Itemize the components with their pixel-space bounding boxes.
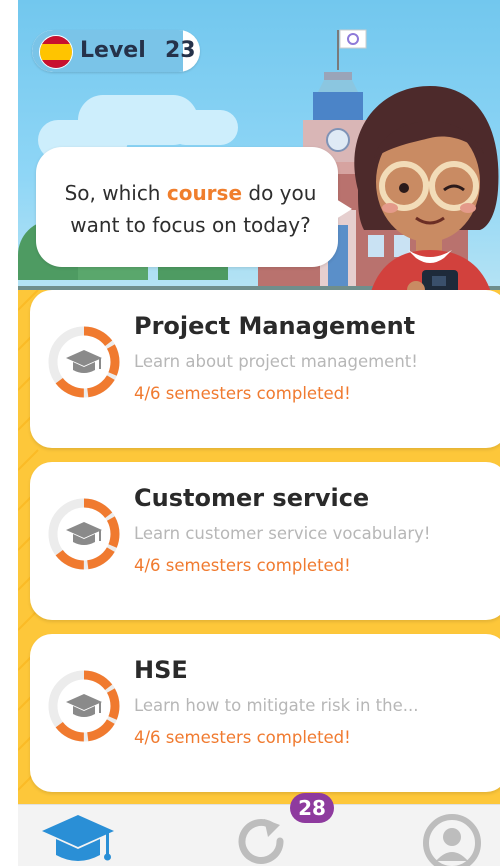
course-card-customer-service[interactable]: Customer service Learn customer service … (30, 462, 500, 620)
graduation-cap-icon (66, 350, 102, 373)
speech-bubble: So, which course do you want to focus on… (36, 147, 352, 267)
speech-text-part1: So, which (64, 181, 167, 205)
course-description: Learn how to mitigate risk in the... (134, 696, 419, 715)
level-label: Level (80, 38, 146, 63)
teacher-character (354, 86, 499, 318)
graduation-cap-icon (66, 694, 102, 717)
profile-icon (423, 814, 481, 866)
course-progress-text: 4/6 semesters completed! (134, 384, 351, 403)
nav-tab-profile[interactable] (416, 805, 486, 866)
course-title: Project Management (134, 312, 416, 340)
bottom-nav: 28 (18, 793, 500, 866)
course-progress-text: 4/6 semesters completed! (134, 728, 351, 747)
speech-highlight: course (166, 181, 243, 205)
course-title: Customer service (134, 484, 370, 512)
level-number: 23 (165, 38, 196, 63)
course-description: Learn about project management! (134, 352, 418, 371)
course-progress-ring (48, 326, 120, 398)
review-count-badge: 28 (290, 793, 334, 823)
course-list: Project Management Learn about project m… (18, 290, 500, 804)
course-card-project-management[interactable]: Project Management Learn about project m… (30, 290, 500, 448)
cloud (168, 110, 238, 145)
course-progress-text: 4/6 semesters completed! (134, 556, 351, 575)
header-scene: Level 23 So, which course do you want to… (18, 0, 500, 320)
speech-text: So, which course do you want to focus on… (48, 177, 333, 241)
graduation-cap-icon (42, 815, 114, 861)
level-indicator[interactable]: Level 23 (32, 30, 200, 72)
course-card-hse[interactable]: HSE Learn how to mitigate risk in the...… (30, 634, 500, 792)
graduation-cap-icon (66, 522, 102, 545)
course-progress-ring (48, 498, 120, 570)
app-screen: Level 23 So, which course do you want to… (18, 0, 500, 866)
nav-tab-learn[interactable] (38, 805, 118, 866)
course-description: Learn customer service vocabulary! (134, 524, 431, 543)
course-title: HSE (134, 656, 188, 684)
refresh-icon (238, 819, 284, 864)
spain-flag-icon (39, 35, 73, 69)
course-progress-ring (48, 670, 120, 742)
nav-tab-review[interactable]: 28 (228, 793, 334, 866)
